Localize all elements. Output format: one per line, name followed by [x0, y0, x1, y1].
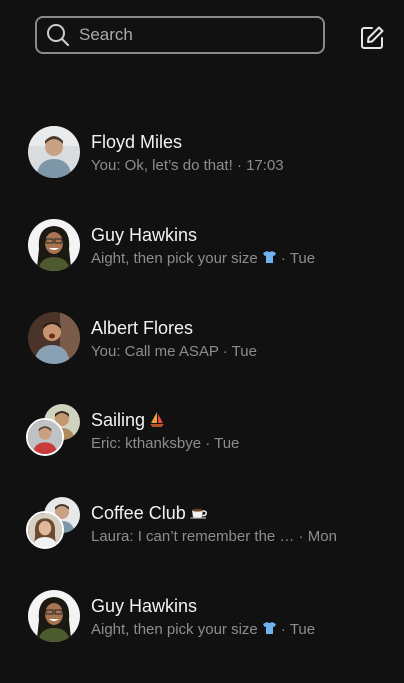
compose-icon [361, 26, 384, 49]
conversation-title: Guy Hawkins [91, 224, 198, 245]
sailboat-emoji-icon [149, 411, 165, 433]
conversation-item[interactable]: Albert Flores You: Call me ASAP · Tue [0, 311, 404, 405]
conversation-title: Sailing [91, 410, 165, 432]
compose-button[interactable] [358, 24, 386, 52]
conversation-title: Coffee Club [91, 503, 208, 525]
conversation-item[interactable]: Sailing Eric: kthanksbye · Tue [0, 404, 404, 497]
conversation-preview: Laura: I can’t remember the … · Mon [91, 528, 337, 546]
search-bar[interactable] [35, 16, 325, 54]
conversation-item[interactable]: Guy Hawkins Aight, then pick your size ·… [0, 589, 404, 683]
preview-text: Aight, then pick your size [91, 620, 258, 638]
search-input[interactable] [79, 25, 299, 45]
conversation-preview: You: Ok, let’s do that! · 17:03 [91, 157, 284, 174]
avatar [26, 511, 64, 550]
conversation-preview: Aight, then pick your size · Tue [91, 250, 315, 268]
conversation-item[interactable]: Coffee Club Laura: I can’t remember the … [0, 497, 404, 590]
search-icon [45, 22, 71, 48]
avatar [28, 311, 80, 364]
conversation-item[interactable]: Floyd Miles You: Ok, let’s do that! · 17… [0, 126, 404, 219]
conversation-title: Albert Flores [91, 317, 194, 338]
conversation-title: Guy Hawkins [91, 595, 198, 616]
conversation-item[interactable]: Guy Hawkins Aight, then pick your size ·… [0, 218, 404, 312]
avatar [28, 589, 80, 642]
conversation-title: Floyd Miles [91, 132, 183, 152]
conversation-preview: Aight, then pick your size · Tue [91, 621, 315, 639]
conversation-list: Floyd Miles You: Ok, let’s do that! · 17… [0, 126, 404, 683]
avatar [26, 418, 64, 457]
avatar [28, 126, 80, 178]
avatar [28, 218, 80, 271]
conversation-preview: Eric: kthanksbye · Tue [91, 435, 240, 453]
coffee-emoji-icon [190, 504, 208, 525]
title-text: Sailing [91, 410, 146, 431]
conversation-preview: You: Call me ASAP · Tue [91, 342, 257, 360]
preview-time: · Tue [276, 249, 316, 267]
preview-time: · Tue [276, 620, 316, 638]
title-text: Coffee Club [91, 503, 186, 524]
shirt-emoji-icon [262, 621, 277, 639]
preview-text: Aight, then pick your size [91, 249, 258, 267]
shirt-emoji-icon [262, 250, 277, 268]
